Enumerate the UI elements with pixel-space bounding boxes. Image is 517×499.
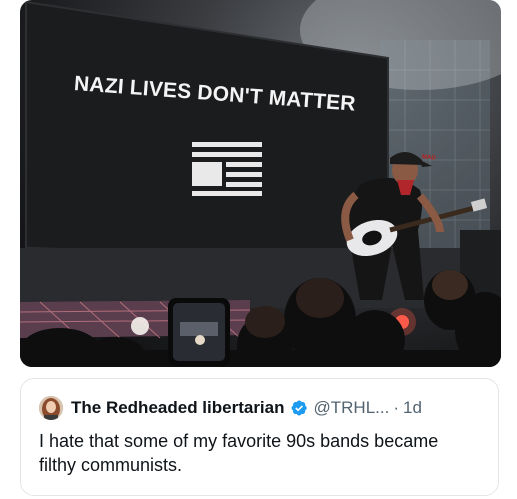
concert-photo: NAZI LIVES DON'T MATTER MAD xyxy=(20,0,501,367)
tweet-header: The Redheaded libertarian @TRHL... · 1d xyxy=(39,396,422,420)
tweet-text: I hate that some of my favorite 90s band… xyxy=(39,431,439,475)
concert-scene xyxy=(20,0,501,367)
tweet-card[interactable]: The Redheaded libertarian @TRHL... · 1d … xyxy=(20,378,499,496)
user-handle[interactable]: @TRHL... xyxy=(314,398,390,418)
separator-dot: · xyxy=(393,398,399,417)
avatar-image xyxy=(39,396,63,420)
cap-logo-text: MAD xyxy=(421,154,436,162)
timestamp[interactable]: 1d xyxy=(403,398,422,418)
phone-in-crowd xyxy=(168,298,230,366)
verified-badge-icon xyxy=(291,400,307,416)
avatar[interactable] xyxy=(39,396,63,420)
display-name[interactable]: The Redheaded libertarian xyxy=(71,398,285,418)
